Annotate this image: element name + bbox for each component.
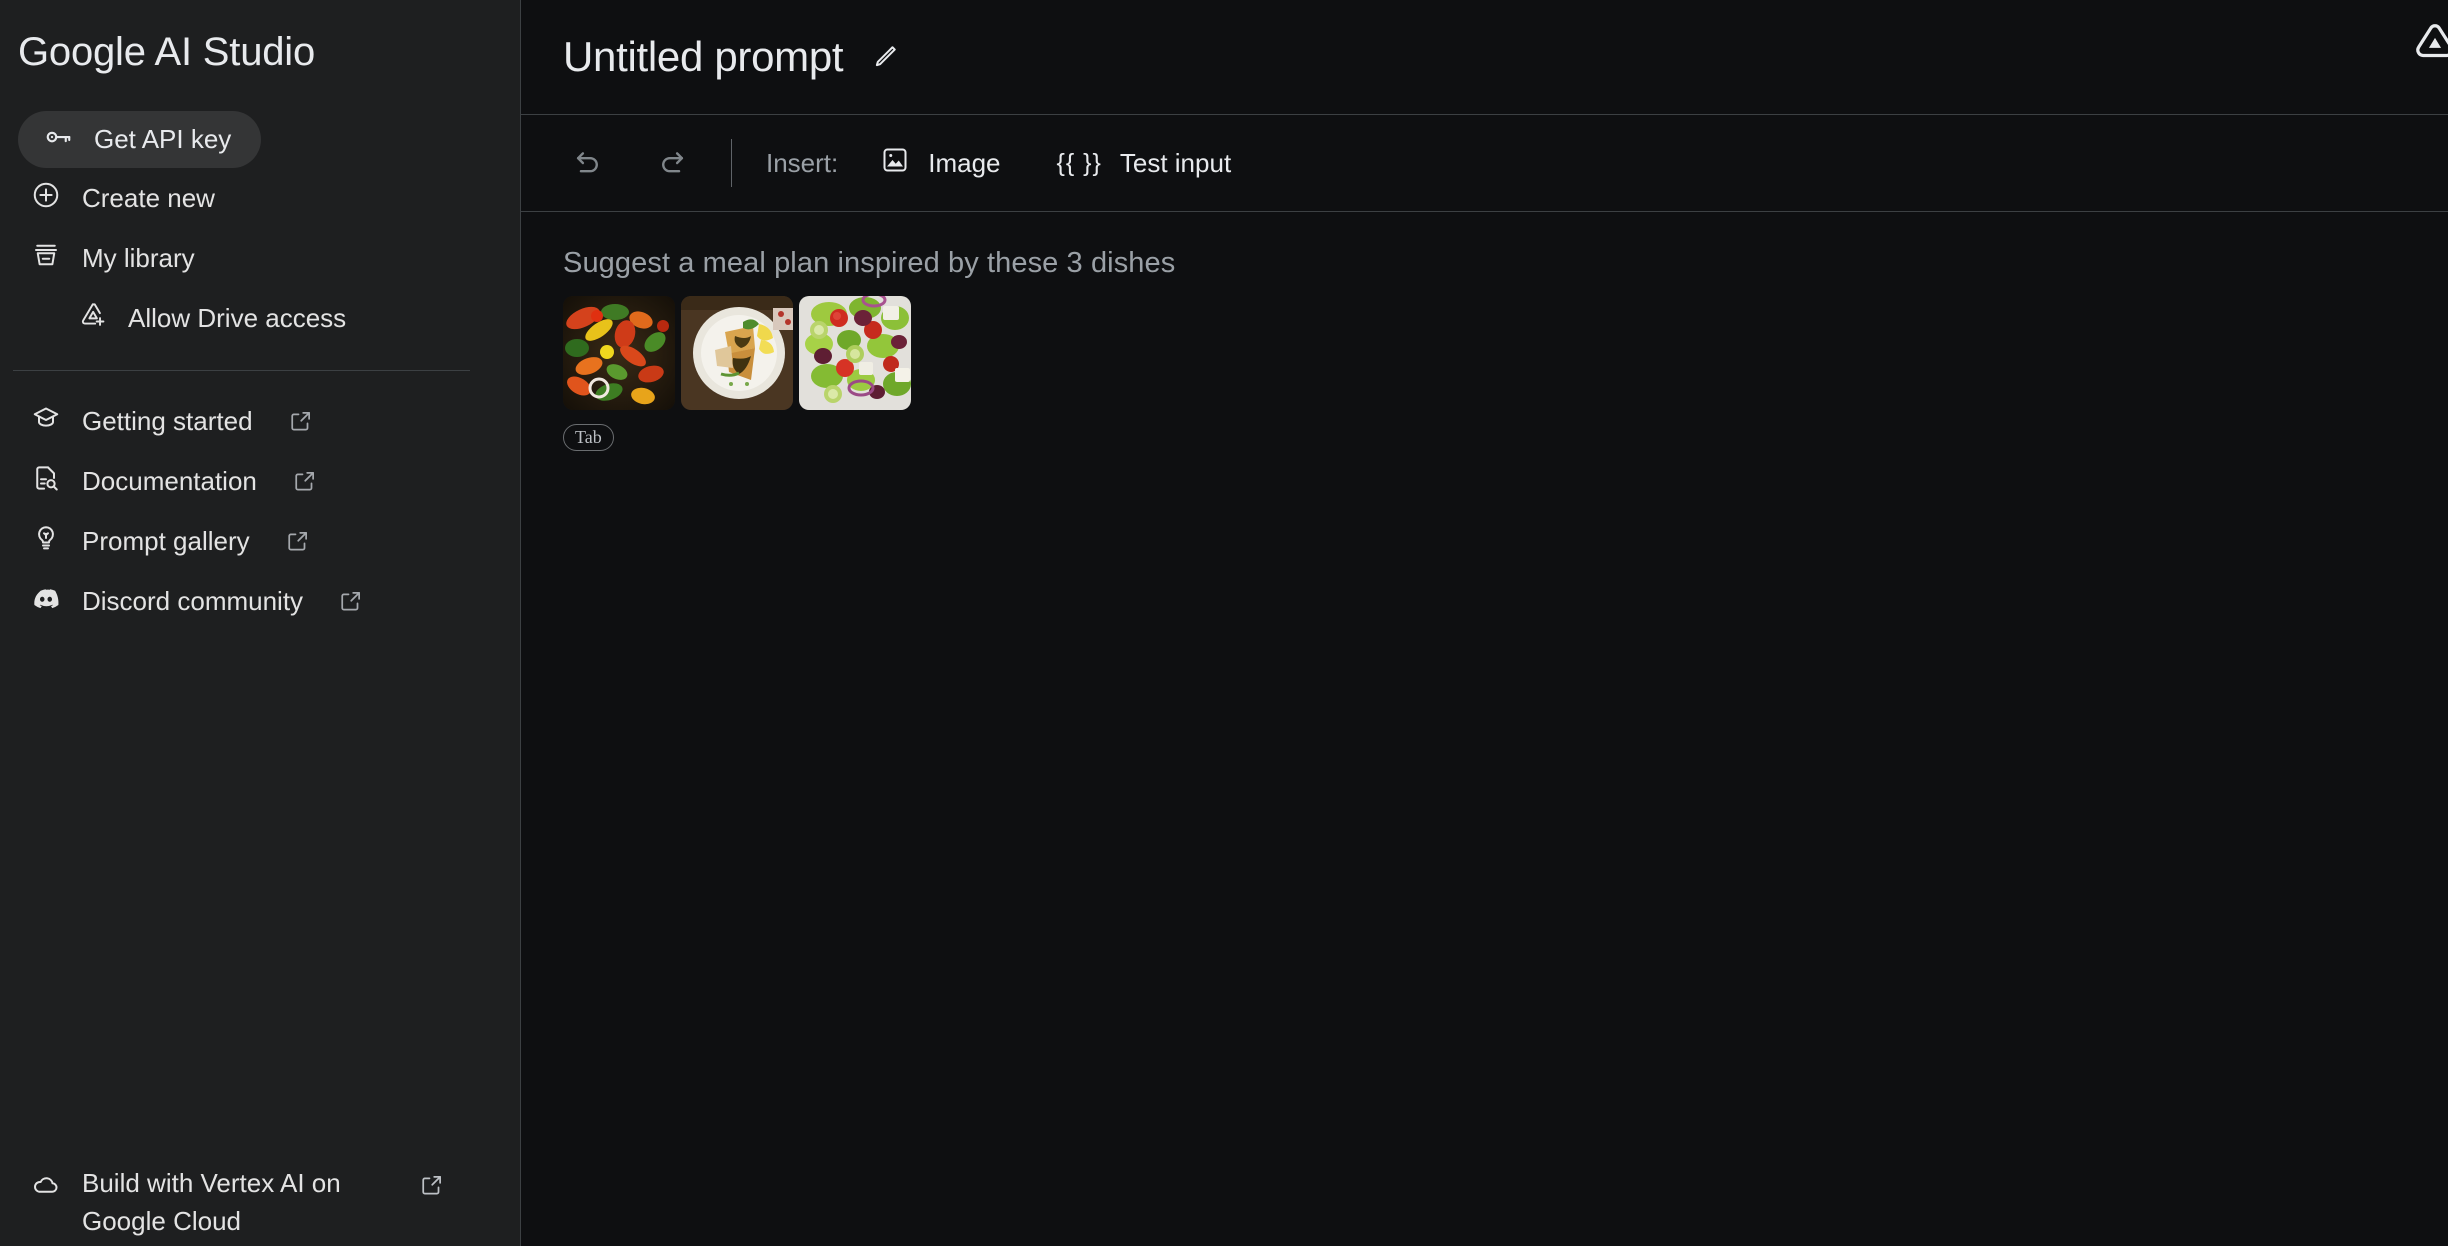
insert-label: Insert: (766, 147, 839, 178)
prompt-placeholder-text: Suggest a meal plan inspired by these 3 … (563, 247, 1176, 279)
sidebar-item-label: Create new (82, 182, 215, 213)
insert-test-input-label: Test input (1119, 147, 1232, 178)
external-link-icon (419, 1164, 445, 1208)
sidebar-item-allow-drive-access[interactable]: Allow Drive access (0, 288, 520, 348)
main-content: Untitled prompt Insert: Image {{}} Test… (521, 0, 2448, 1246)
sidebar-item-getting-started[interactable]: Getting started (0, 391, 520, 451)
sidebar-item-create-new[interactable]: Create new (0, 168, 520, 228)
graduation-cap-icon (31, 403, 61, 440)
undo-button[interactable] (557, 132, 619, 194)
sidebar-item-documentation[interactable]: Documentation (0, 451, 520, 511)
get-api-key-label: Get API key (94, 124, 232, 154)
image-thumbnail[interactable] (563, 296, 675, 410)
prompt-header: Untitled prompt (521, 0, 2448, 115)
sidebar-secondary-nav: Getting started Documentation Prompt gal… (0, 391, 520, 631)
external-link-icon (288, 408, 314, 434)
sidebar-item-prompt-gallery[interactable]: Prompt gallery (0, 511, 520, 571)
key-icon (43, 122, 73, 157)
discord-icon (31, 583, 61, 620)
insert-image-label: Image (928, 147, 1001, 178)
sidebar-item-label: Documentation (82, 465, 257, 496)
double-braces-icon: {{ }} (1056, 148, 1102, 177)
lightbulb-icon (31, 523, 61, 560)
image-icon (880, 145, 910, 182)
get-api-key-button[interactable]: Get API key (18, 111, 262, 168)
editor-toolbar: Insert: Image {{ }} Test input (521, 115, 2448, 212)
ai-studio-triangle-icon[interactable] (2409, 18, 2448, 70)
app-root: Google AI Studio Get API key Create new … (0, 0, 2448, 1246)
pencil-icon[interactable] (869, 41, 901, 73)
sidebar-item-label: Getting started (82, 405, 253, 436)
toolbar-separator (731, 139, 732, 187)
tab-hint-chip: Tab (563, 424, 614, 451)
sidebar: Google AI Studio Get API key Create new … (0, 0, 521, 1246)
sidebar-item-build-with-vertex-ai[interactable]: Build with Vertex AI on Google Cloud (0, 1164, 520, 1246)
redo-icon (655, 144, 689, 183)
plus-circle-icon (31, 180, 61, 217)
cloud-icon (31, 1170, 61, 1210)
sidebar-item-label: Allow Drive access (128, 302, 347, 333)
page-title: Untitled prompt (563, 33, 844, 80)
image-thumbnail[interactable] (681, 296, 793, 410)
image-thumbnail[interactable] (799, 296, 911, 410)
insert-test-input-button[interactable]: {{ }} Test input (1045, 140, 1244, 187)
sidebar-primary-nav: Get API key Create new My library Allow … (0, 105, 520, 348)
redo-button[interactable] (641, 132, 703, 194)
sidebar-item-my-library[interactable]: My library (0, 228, 520, 288)
external-link-icon (292, 468, 318, 494)
sidebar-item-label: Discord community (82, 585, 304, 616)
drive-add-icon (79, 300, 108, 336)
sidebar-divider (13, 370, 470, 371)
sidebar-item-label: Build with Vertex AI on Google Cloud (82, 1168, 341, 1236)
external-link-icon (338, 588, 364, 614)
undo-icon (571, 144, 605, 183)
sidebar-item-label: My library (82, 242, 195, 273)
library-icon (31, 240, 61, 277)
document-search-icon (31, 463, 61, 500)
external-link-icon (285, 528, 311, 554)
sidebar-item-label: Prompt gallery (82, 525, 250, 556)
sidebar-item-discord-community[interactable]: Discord community (0, 571, 520, 631)
prompt-image-attachments (563, 296, 2448, 410)
prompt-editor[interactable]: Suggest a meal plan inspired by these 3 … (521, 212, 2448, 1246)
app-brand-title: Google AI Studio (18, 30, 316, 74)
insert-image-button[interactable]: Image (868, 137, 1012, 190)
